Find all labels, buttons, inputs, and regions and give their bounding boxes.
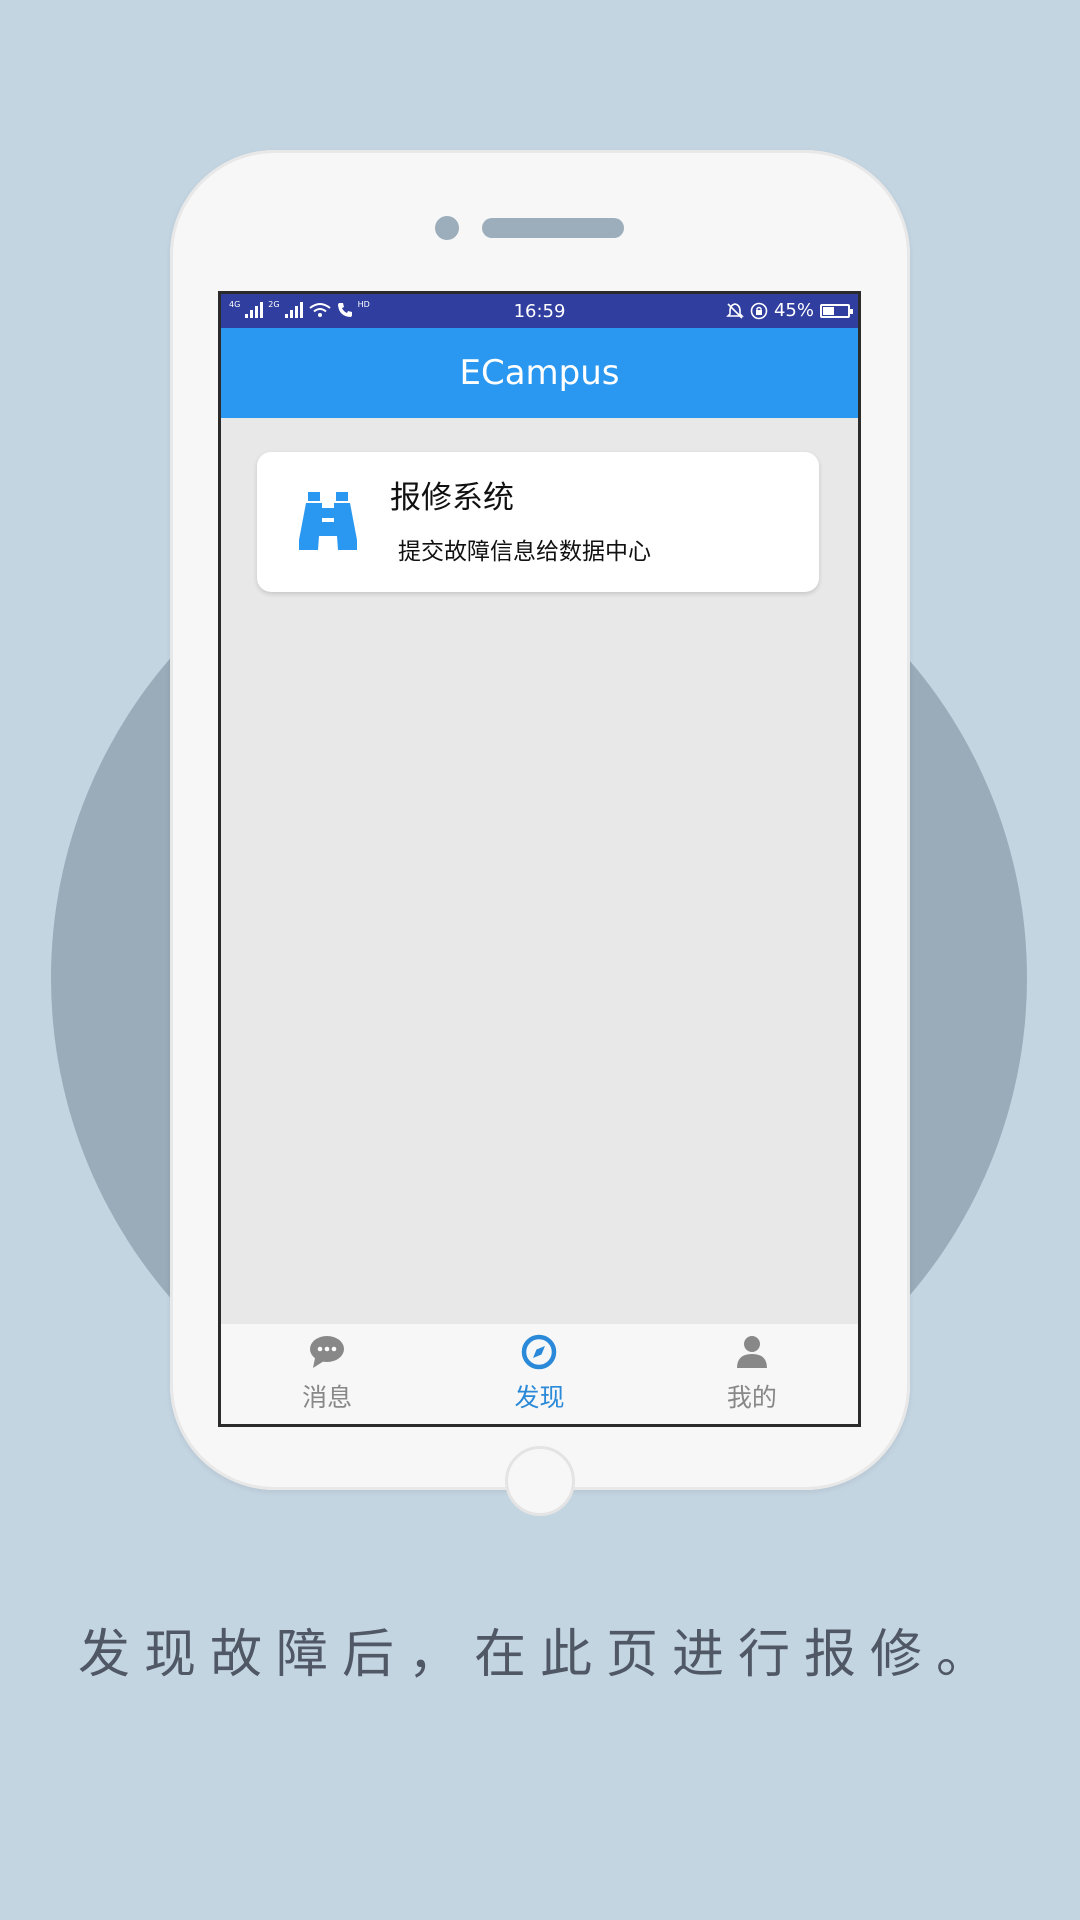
front-camera xyxy=(435,216,459,240)
status-bar: 4G 2G HD 16:59 45% xyxy=(221,294,858,328)
battery-percent: 45% xyxy=(773,300,814,321)
app-title: ECampus xyxy=(459,353,620,393)
battery-fill xyxy=(823,306,834,315)
chat-icon xyxy=(310,1336,345,1368)
mute-icon xyxy=(726,302,744,319)
earpiece-speaker xyxy=(482,218,624,238)
bottom-navigation: 消息 发现 我的 xyxy=(221,1324,858,1424)
nav-label-discover: 发现 xyxy=(514,1383,565,1412)
card-description: 提交故障信息给数据中心 xyxy=(398,539,651,565)
binoculars-icon xyxy=(299,492,357,550)
status-right-group: 45% xyxy=(726,300,853,321)
nav-tab-messages[interactable]: 消息 xyxy=(221,1324,433,1424)
card-title: 报修系统 xyxy=(390,480,514,516)
phone-screen: 4G 2G HD 16:59 45% ECampus 报修系统 提交故障信息给数… xyxy=(218,291,861,1427)
nav-label-profile: 我的 xyxy=(726,1383,777,1412)
app-bar: ECampus xyxy=(221,328,858,418)
repair-system-card[interactable]: 报修系统 提交故障信息给数据中心 xyxy=(257,452,819,592)
battery-icon xyxy=(820,303,853,318)
rotation-lock-icon xyxy=(750,302,768,319)
caption-text: 发现故障后，在此页进行报修。 xyxy=(77,1625,1002,1685)
nav-label-messages: 消息 xyxy=(302,1383,353,1412)
home-button[interactable] xyxy=(505,1446,575,1516)
nav-tab-profile[interactable]: 我的 xyxy=(646,1324,858,1424)
person-icon xyxy=(736,1336,767,1368)
compass-icon xyxy=(522,1334,557,1370)
nav-tab-discover[interactable]: 发现 xyxy=(433,1324,645,1424)
